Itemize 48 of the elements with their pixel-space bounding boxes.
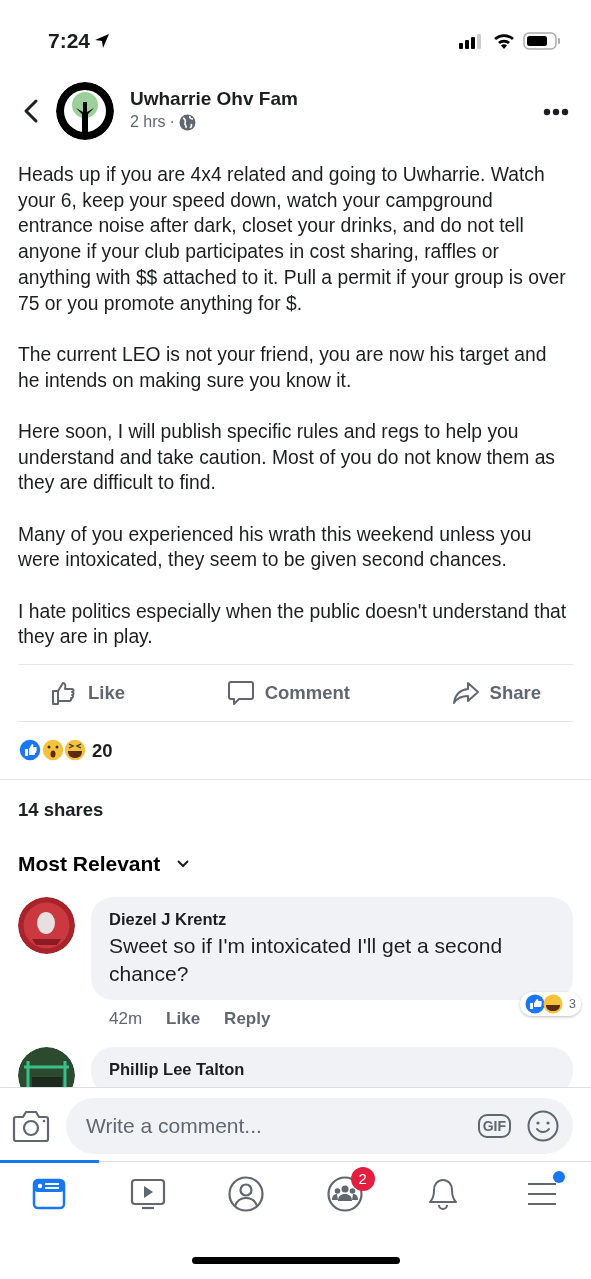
more-icon bbox=[543, 107, 569, 116]
user-avatar[interactable] bbox=[18, 897, 75, 955]
group-avatar-icon[interactable] bbox=[56, 82, 114, 140]
reaction-count[interactable]: 20 bbox=[92, 736, 113, 765]
comment-author[interactable]: Phillip Lee Talton bbox=[109, 1057, 555, 1083]
location-arrow-icon bbox=[94, 33, 111, 49]
battery-icon bbox=[523, 32, 561, 50]
camera-button[interactable] bbox=[12, 1108, 50, 1143]
news-feed-icon bbox=[32, 1177, 67, 1210]
shares-count[interactable]: 14 shares bbox=[0, 779, 591, 840]
home-indicator[interactable] bbox=[191, 1257, 400, 1265]
reaction-icons bbox=[18, 738, 88, 763]
globe-icon bbox=[178, 113, 196, 131]
comment-time: 42m bbox=[109, 1007, 143, 1030]
separator-dot: · bbox=[169, 112, 175, 133]
post-paragraph: Here soon, I will publish specific rules and regs to help you understand and take caution. Most of you do not know them as they are difficult to find. bbox=[18, 419, 556, 496]
groups-tab[interactable]: 2 bbox=[295, 1160, 394, 1225]
group-name[interactable]: Uwharrie Ohv Fam bbox=[130, 87, 543, 111]
comment-author[interactable]: Diezel J Krentz bbox=[109, 907, 555, 932]
bell-icon bbox=[427, 1176, 460, 1211]
wifi-icon bbox=[493, 33, 515, 49]
sort-dropdown[interactable]: Most Relevant bbox=[0, 839, 209, 888]
comment-reactions[interactable]: 3 bbox=[519, 991, 581, 1016]
reply-link[interactable]: Reply bbox=[224, 1005, 271, 1032]
reaction-icons bbox=[524, 993, 565, 1014]
clock-time: 7:24 bbox=[48, 28, 91, 55]
comment-text: Sweet so if I'm intoxicated I'll get a second chance? bbox=[109, 932, 504, 987]
profile-icon bbox=[228, 1175, 265, 1212]
notification-badge: 2 bbox=[350, 1167, 375, 1192]
back-button[interactable] bbox=[22, 98, 40, 124]
like-button[interactable]: Like bbox=[42, 674, 134, 711]
post-paragraph: I hate politics especially when the public doesn't understand that they are in play. bbox=[18, 599, 568, 650]
back-icon bbox=[22, 98, 40, 124]
share-button[interactable]: Share bbox=[443, 674, 549, 711]
comment-field[interactable]: Write a comment... GIF bbox=[66, 1097, 573, 1154]
gif-button[interactable]: GIF bbox=[477, 1113, 511, 1138]
like-link[interactable]: Like bbox=[166, 1005, 201, 1032]
speech-bubble-icon bbox=[226, 678, 255, 707]
user-avatar[interactable] bbox=[18, 1047, 75, 1088]
post-paragraph: Many of you experienced his wrath this weekend unless you were intoxicated, they seem to be given second chances. bbox=[18, 522, 533, 573]
emoji-icon[interactable] bbox=[527, 1109, 559, 1142]
post-paragraph: Heads up if you are 4x4 related and going to Uwharrie. Watch your 6, keep your speed down, watch your campground entrance noise after dark, closet your drinks, and do not tell anyone if your club participates in cost sharing, raffles or anything with $$ attached to it. Pull a permit if your group is over 75 or you promote anything for $. bbox=[18, 163, 567, 316]
post-paragraph: The current LEO is not your friend, you are now his target and he intends on making sure you know it. bbox=[18, 342, 548, 393]
comment-button[interactable]: Comment bbox=[218, 674, 358, 711]
video-icon bbox=[129, 1177, 166, 1210]
post-time: 2 hrs bbox=[130, 112, 166, 133]
chevron-down-icon bbox=[176, 858, 191, 868]
camera-icon bbox=[12, 1108, 50, 1143]
